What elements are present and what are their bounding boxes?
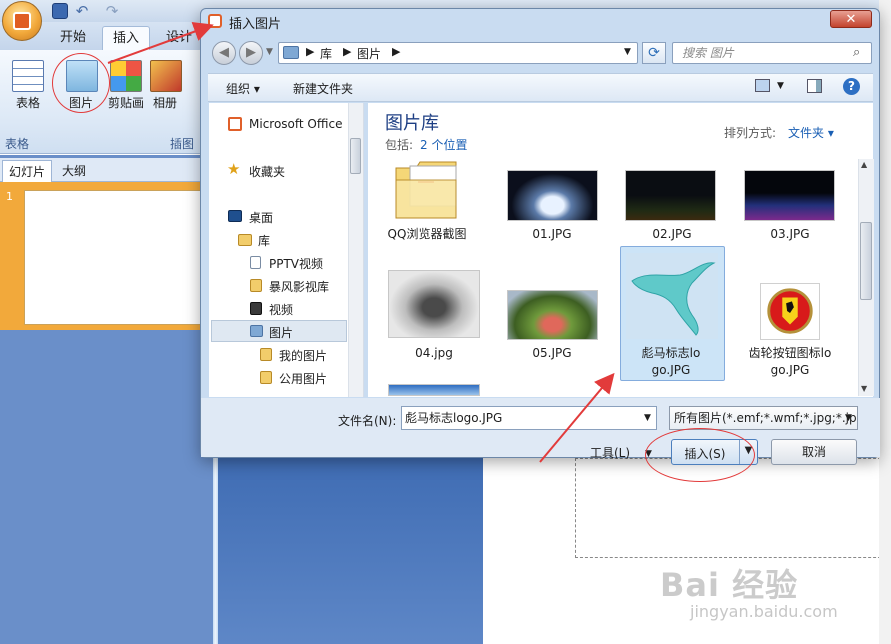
breadcrumb-chevron-icon[interactable]: ▶	[306, 45, 314, 58]
star-icon: ★	[227, 160, 241, 178]
view-chevron-down-icon[interactable]: ▼	[777, 81, 784, 91]
library-includes-label: 包括:	[385, 138, 414, 152]
view-icon[interactable]	[755, 79, 770, 92]
office-button[interactable]	[2, 1, 42, 41]
scroll-up-icon[interactable]: ▲	[861, 160, 867, 169]
file-type-select[interactable]: 所有图片(*.emf;*.wmf;*.jpg;*.jpeg;*.png)	[669, 406, 858, 430]
close-button[interactable]: ✕	[830, 10, 872, 28]
nav-scrollbar-thumb[interactable]	[350, 138, 361, 174]
tab-outline[interactable]: 大纲	[56, 160, 92, 182]
address-dropdown-chevron-icon[interactable]: ▼	[624, 47, 631, 57]
search-icon[interactable]: ⌕	[853, 45, 860, 60]
nav-item-videos[interactable]: 视频	[269, 301, 293, 318]
nav-item-pptv[interactable]: PPTV视频	[269, 255, 323, 272]
image-thumbnail[interactable]	[744, 170, 835, 221]
tab-slides[interactable]: 幻灯片	[2, 160, 53, 182]
file-name[interactable]: 05.JPG	[497, 345, 607, 362]
image-thumbnail[interactable]	[625, 170, 716, 221]
library-icon	[238, 234, 252, 246]
window-edge	[879, 0, 891, 644]
library-locations-link[interactable]: 2 个位置	[420, 136, 467, 153]
file-list-scrollbar-thumb[interactable]	[860, 222, 872, 300]
arrange-by-label: 排列方式:	[724, 126, 777, 140]
dialog-app-icon	[208, 14, 222, 28]
breadcrumb-pictures[interactable]: 图片	[357, 45, 381, 62]
image-thumbnail[interactable]	[388, 384, 480, 396]
file-name[interactable]: 01.JPG	[497, 226, 607, 243]
puma-logo-thumbnail[interactable]	[626, 253, 718, 339]
file-name[interactable]: 齿轮按钮图标logo.JPG	[735, 345, 845, 379]
library-title: 图片库	[385, 113, 439, 134]
tools-button[interactable]: 工具(L)	[590, 444, 630, 461]
annotation-circle-insert	[645, 428, 755, 482]
photo-album-button-label[interactable]: 相册	[142, 94, 188, 111]
filename-label: 文件名(N):	[338, 414, 397, 428]
table-icon[interactable]	[12, 60, 44, 92]
table-button-label[interactable]: 表格	[5, 94, 51, 111]
tab-home[interactable]: 开始	[50, 26, 96, 50]
dialog-title: 插入图片	[229, 17, 282, 32]
photo-album-icon[interactable]	[150, 60, 182, 92]
image-thumbnail[interactable]	[507, 290, 598, 340]
help-icon[interactable]: ?	[843, 78, 860, 95]
search-input[interactable]: 搜索 图片	[672, 42, 872, 64]
file-name[interactable]: 02.JPG	[617, 226, 727, 243]
nav-item-pictures[interactable]: 图片	[269, 324, 293, 341]
file-name[interactable]: QQ浏览器截图	[372, 226, 482, 243]
cancel-button[interactable]: 取消	[771, 439, 857, 465]
tab-insert[interactable]: 插入	[102, 26, 151, 50]
nav-item-public-pictures[interactable]: 公用图片	[279, 370, 327, 387]
forward-arrow-icon[interactable]: ▶	[239, 41, 263, 65]
nav-item-desktop[interactable]: 桌面	[249, 209, 273, 226]
arrange-by-dropdown[interactable]: 文件夹 ▾	[788, 124, 834, 141]
filename-input[interactable]: 彪马标志logo.JPG	[401, 406, 657, 430]
refresh-icon[interactable]: ⟳	[642, 42, 666, 64]
nav-item-baofeng[interactable]: 暴风影视库	[269, 278, 329, 295]
office-logo-icon	[13, 12, 31, 30]
breadcrumb-chevron-icon[interactable]: ▶	[343, 45, 351, 58]
recent-locations-chevron-icon[interactable]: ▼	[266, 47, 273, 57]
image-thumbnail[interactable]	[507, 170, 598, 221]
video-icon	[250, 302, 262, 315]
new-folder-button[interactable]: 新建文件夹	[293, 80, 353, 97]
folder-icon	[250, 279, 262, 292]
clipart-icon[interactable]	[110, 60, 142, 92]
desktop-icon	[228, 210, 242, 222]
ribbon-group-table-label: 表格	[5, 137, 30, 151]
tab-design[interactable]: 设计	[156, 26, 202, 50]
ferrari-logo-thumbnail[interactable]	[760, 283, 820, 340]
slide-number: 1	[6, 190, 13, 203]
organize-button[interactable]: 组织 ▾	[226, 80, 260, 97]
file-name[interactable]: 04.jpg	[379, 345, 489, 362]
slide-thumbnail[interactable]	[24, 190, 210, 325]
nav-item-favorites[interactable]: 收藏夹	[249, 163, 285, 180]
nav-item-library[interactable]: 库	[258, 232, 270, 249]
folder-icon	[260, 371, 272, 384]
baidu-watermark: Bai 经验	[660, 566, 799, 604]
library-icon	[283, 46, 299, 59]
pictures-icon	[250, 325, 263, 337]
file-name-selected[interactable]: 彪马标志logo.JPG	[617, 345, 725, 379]
baidu-watermark-url: jingyan.baidu.com	[690, 602, 838, 621]
filename-chevron-down-icon[interactable]: ▼	[644, 413, 651, 423]
breadcrumb-chevron-icon[interactable]: ▶	[392, 45, 400, 58]
nav-item-my-pictures[interactable]: 我的图片	[279, 347, 327, 364]
file-type-chevron-down-icon[interactable]: ▼	[845, 413, 852, 423]
document-icon	[250, 256, 261, 269]
breadcrumb-library[interactable]: 库	[320, 45, 332, 62]
annotation-circle-picture	[52, 53, 110, 113]
back-arrow-icon[interactable]: ◀	[212, 41, 236, 65]
image-thumbnail[interactable]	[388, 270, 480, 338]
redo-icon[interactable]: ↷	[104, 3, 120, 19]
save-icon[interactable]	[52, 3, 68, 19]
preview-pane-icon[interactable]	[807, 79, 822, 93]
nav-item-microsoft-office[interactable]: Microsoft Office	[249, 117, 342, 131]
scroll-down-icon[interactable]: ▼	[861, 384, 867, 393]
file-name[interactable]: 03.JPG	[735, 226, 845, 243]
office-icon	[228, 117, 242, 131]
folder-icon	[260, 348, 272, 361]
folder-icon[interactable]	[394, 160, 460, 220]
undo-icon[interactable]: ↶	[74, 3, 90, 19]
